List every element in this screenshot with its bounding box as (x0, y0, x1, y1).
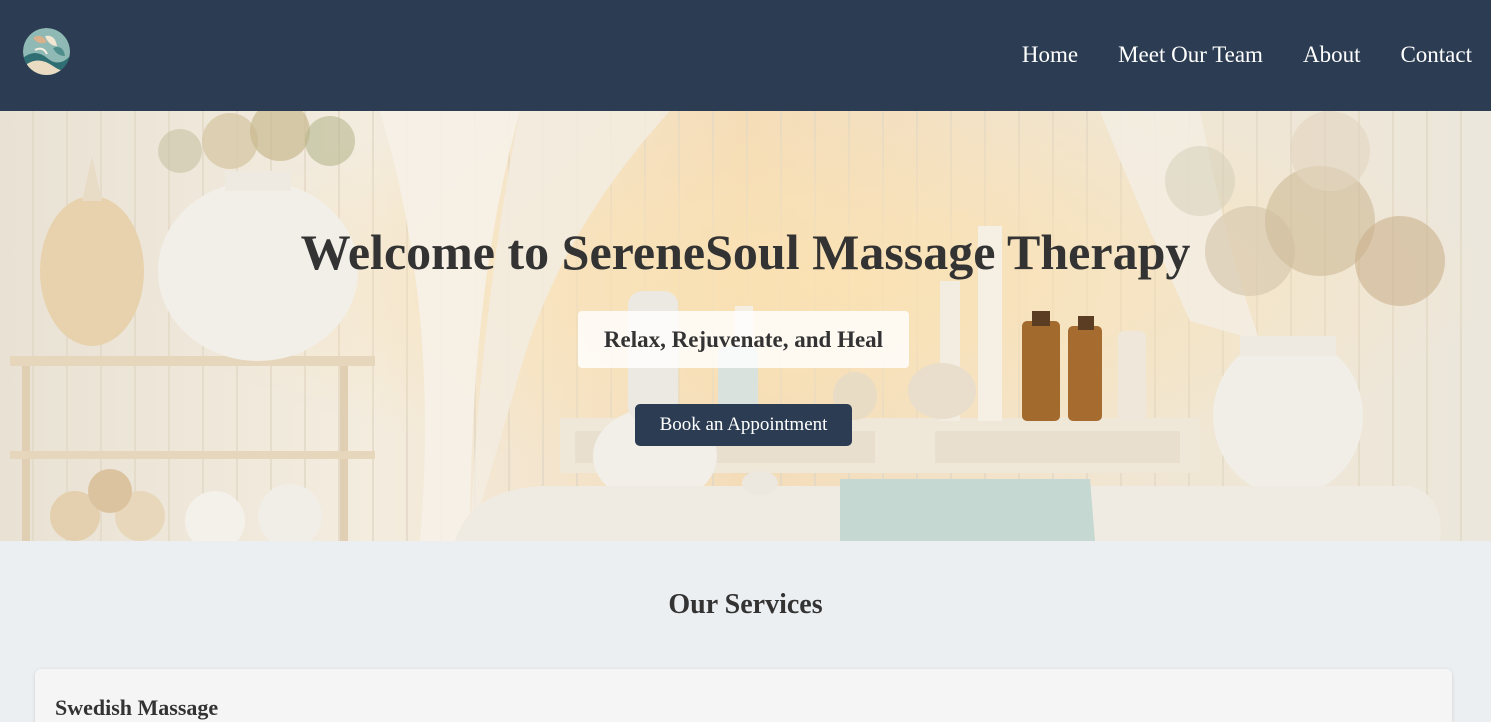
nav-about[interactable]: About (1303, 40, 1361, 70)
book-appointment-button[interactable]: Book an Appointment (635, 404, 852, 446)
hero-tagline: Relax, Rejuvenate, and Heal (603, 326, 884, 352)
nav-contact[interactable]: Contact (1400, 40, 1472, 70)
hero-section: Welcome to SereneSoul Massage Therapy Re… (0, 111, 1491, 541)
leaf-logo-icon[interactable] (23, 28, 70, 75)
site-header: Home Meet Our Team About Contact (0, 0, 1491, 111)
service-card: Swedish Massage (35, 669, 1452, 722)
tagline-box: Relax, Rejuvenate, and Heal (578, 311, 909, 368)
main-nav: Home Meet Our Team About Contact (982, 40, 1472, 70)
hero-title: Welcome to SereneSoul Massage Therapy (300, 224, 1191, 280)
nav-meet-our-team[interactable]: Meet Our Team (1118, 40, 1263, 70)
services-title: Our Services (668, 589, 823, 620)
service-name: Swedish Massage (55, 695, 219, 720)
nav-home[interactable]: Home (1022, 40, 1078, 70)
